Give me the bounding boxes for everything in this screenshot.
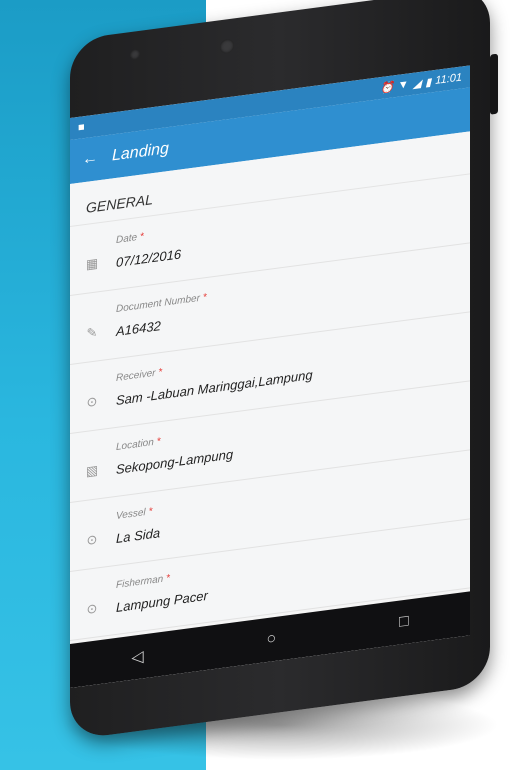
recents-square-icon[interactable]: □ — [399, 612, 409, 631]
circle-chevron-icon: ⊙ — [86, 531, 98, 548]
circle-chevron-icon: ⊙ — [86, 393, 98, 410]
field-value: A16432 — [116, 318, 161, 339]
app-screen: ■ ⏰ ▼ ◢ ▮ 11:01 ← Landing GENERAL ▦ Date… — [70, 65, 470, 689]
power-button[interactable] — [490, 53, 498, 115]
field-label: Date * — [116, 231, 144, 246]
home-circle-icon[interactable]: ○ — [266, 630, 276, 649]
back-triangle-icon[interactable]: ◁ — [131, 646, 143, 668]
field-label: Vessel * — [116, 506, 153, 522]
field-value: Lampung Pacer — [116, 587, 208, 615]
field-value: La Sida — [116, 525, 161, 546]
status-time: 11:01 — [435, 71, 462, 87]
calendar-icon: ▦ — [85, 255, 99, 272]
sensor-dot — [130, 48, 140, 61]
alarm-icon: ⏰ — [380, 80, 394, 95]
battery-icon: ▮ — [425, 75, 432, 89]
notification-icon: ■ — [78, 121, 85, 134]
form-content: GENERAL ▦ Date * 07/12/2016 ✎ Document N… — [70, 131, 470, 642]
phone-device: ■ ⏰ ▼ ◢ ▮ 11:01 ← Landing GENERAL ▦ Date… — [70, 0, 498, 748]
wifi-icon: ▼ — [397, 78, 409, 92]
field-label: Fisherman * — [116, 572, 170, 591]
front-camera — [220, 38, 234, 55]
page-title: Landing — [112, 139, 169, 165]
field-value: Sekopong-Lampung — [116, 446, 234, 477]
map-icon: ▧ — [85, 462, 99, 479]
signal-icon: ◢ — [412, 77, 422, 91]
field-value: 07/12/2016 — [116, 246, 182, 270]
arrow-left-icon[interactable]: ← — [82, 149, 98, 169]
pencil-icon: ✎ — [86, 324, 98, 341]
circle-chevron-icon: ⊙ — [86, 600, 98, 617]
field-label: Receiver * — [116, 366, 163, 384]
field-label: Location * — [116, 436, 161, 453]
field-label: Document Number * — [116, 292, 207, 315]
